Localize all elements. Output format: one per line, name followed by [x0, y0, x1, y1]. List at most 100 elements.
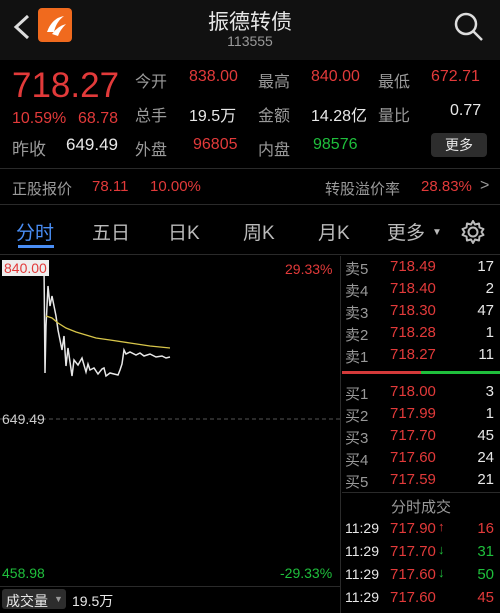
- premium-chevron-icon[interactable]: >: [480, 177, 489, 195]
- tick-price: 717.60: [390, 566, 436, 583]
- prev-close-label: 昨收: [12, 140, 46, 159]
- bid-qty: 3: [485, 383, 494, 400]
- tab-monthly-k[interactable]: 月K: [318, 218, 350, 245]
- outer-value: 96805: [193, 136, 238, 153]
- divider: [0, 586, 340, 587]
- tick-time: 11:29: [345, 566, 379, 582]
- bid-price: 717.99: [390, 405, 436, 422]
- last-price: 718.27: [12, 66, 120, 105]
- outer-label: 外盘: [135, 142, 168, 159]
- tick-qty: 31: [477, 543, 494, 560]
- search-icon[interactable]: [452, 10, 486, 44]
- tick-down-arrow-icon: ↓: [438, 565, 445, 580]
- dropdown-caret-icon: ▼: [432, 227, 442, 238]
- bid-price: 718.00: [390, 383, 436, 400]
- gear-icon[interactable]: [459, 218, 487, 246]
- bid-label: 买1: [345, 386, 369, 403]
- ask-price: 718.40: [390, 280, 436, 297]
- tab-more[interactable]: 更多: [387, 218, 425, 245]
- tab-daily-k[interactable]: 日K: [168, 218, 200, 245]
- more-button[interactable]: 更多: [431, 133, 487, 157]
- ask-qty: 2: [485, 280, 494, 297]
- high-value: 840.00: [311, 68, 360, 85]
- page-title: 振德转债: [208, 11, 292, 34]
- ask-label: 卖5: [345, 261, 369, 278]
- inner-label: 内盘: [258, 142, 291, 159]
- tick-qty: 50: [477, 566, 494, 583]
- chart-bottom-pct: -29.33%: [280, 565, 333, 581]
- tick-price: 717.60: [390, 589, 436, 606]
- divider: [0, 204, 500, 205]
- divider: [0, 254, 500, 255]
- active-tab-indicator: [18, 245, 54, 248]
- intraday-chart[interactable]: [0, 256, 340, 586]
- ask-price: 718.49: [390, 258, 436, 275]
- change-pct: 10.59%: [12, 110, 67, 127]
- vertical-divider: [340, 256, 341, 613]
- bid-price: 717.60: [390, 449, 436, 466]
- indicator-selector[interactable]: 成交量 ▼: [2, 589, 66, 609]
- ask-qty: 17: [477, 258, 494, 275]
- bond-code: 113555: [227, 33, 273, 49]
- change-value: 68.78: [78, 110, 119, 127]
- ask-price: 718.30: [390, 302, 436, 319]
- open-label: 今开: [135, 74, 168, 91]
- ask-qty: 47: [477, 302, 494, 319]
- ratio-label: 量比: [378, 108, 411, 125]
- chart-top-price: 840.00: [2, 260, 49, 276]
- premium-label: 转股溢价率: [325, 181, 401, 198]
- bid-price: 717.59: [390, 471, 436, 488]
- ask-label: 卖1: [345, 349, 369, 366]
- divider: [0, 168, 500, 169]
- bid-strength-bar: [421, 371, 500, 374]
- chart-top-pct: 29.33%: [285, 261, 333, 277]
- bid-qty: 45: [477, 427, 494, 444]
- tick-price: 717.90: [390, 520, 436, 537]
- tick-time: 11:29: [345, 543, 379, 559]
- inner-value: 98576: [313, 136, 358, 153]
- top-bar: 振德转债 113555: [0, 0, 500, 60]
- bid-label: 买5: [345, 474, 369, 491]
- ticks-title[interactable]: 分时成交: [342, 496, 500, 517]
- ask-label: 卖4: [345, 283, 369, 300]
- ask-strength-bar: [342, 371, 421, 374]
- ask-price: 718.28: [390, 324, 436, 341]
- tick-price: 717.70: [390, 543, 436, 560]
- tick-down-arrow-icon: ↓: [438, 542, 445, 557]
- ask-price: 718.27: [390, 346, 436, 363]
- bid-label: 买4: [345, 452, 369, 469]
- amount-label: 金额: [258, 108, 291, 125]
- ask-qty: 11: [478, 346, 494, 363]
- ask-qty: 1: [485, 324, 494, 341]
- ask-label: 卖3: [345, 305, 369, 322]
- tick-qty: 45: [477, 589, 494, 606]
- stock-price-value: 78.11: [92, 178, 129, 195]
- tab-weekly-k[interactable]: 周K: [243, 218, 275, 245]
- premium-value: 28.83%: [421, 178, 472, 195]
- stock-price-label: 正股报价: [12, 181, 73, 198]
- chart-bottom-price: 458.98: [2, 565, 45, 581]
- tick-time: 11:29: [345, 589, 379, 605]
- chart-canvas: [0, 263, 340, 420]
- high-label: 最高: [258, 74, 291, 91]
- low-value: 672.71: [431, 68, 480, 85]
- volume-value: 19.5万: [189, 108, 237, 125]
- bid-label: 买3: [345, 430, 369, 447]
- stock-change-pct: 10.00%: [150, 178, 201, 195]
- tab-intraday[interactable]: 分时: [16, 218, 54, 245]
- tab-five-day[interactable]: 五日: [92, 218, 130, 245]
- bid-qty: 24: [477, 449, 494, 466]
- tick-time: 11:29: [345, 520, 379, 536]
- tick-up-arrow-icon: ↑: [438, 519, 445, 534]
- bid-label: 买2: [345, 408, 369, 425]
- volume-label: 总手: [135, 108, 168, 125]
- indicator-caret-icon: ▼: [54, 594, 63, 604]
- amount-value: 14.28亿: [311, 108, 368, 125]
- tick-qty: 16: [477, 520, 494, 537]
- ask-label: 卖2: [345, 327, 369, 344]
- indicator-value: 19.5万: [72, 593, 114, 609]
- prev-close-value: 649.49: [66, 135, 118, 154]
- divider: [342, 492, 500, 493]
- chart-mid-price: 649.49: [2, 411, 45, 427]
- bid-qty: 21: [477, 471, 494, 488]
